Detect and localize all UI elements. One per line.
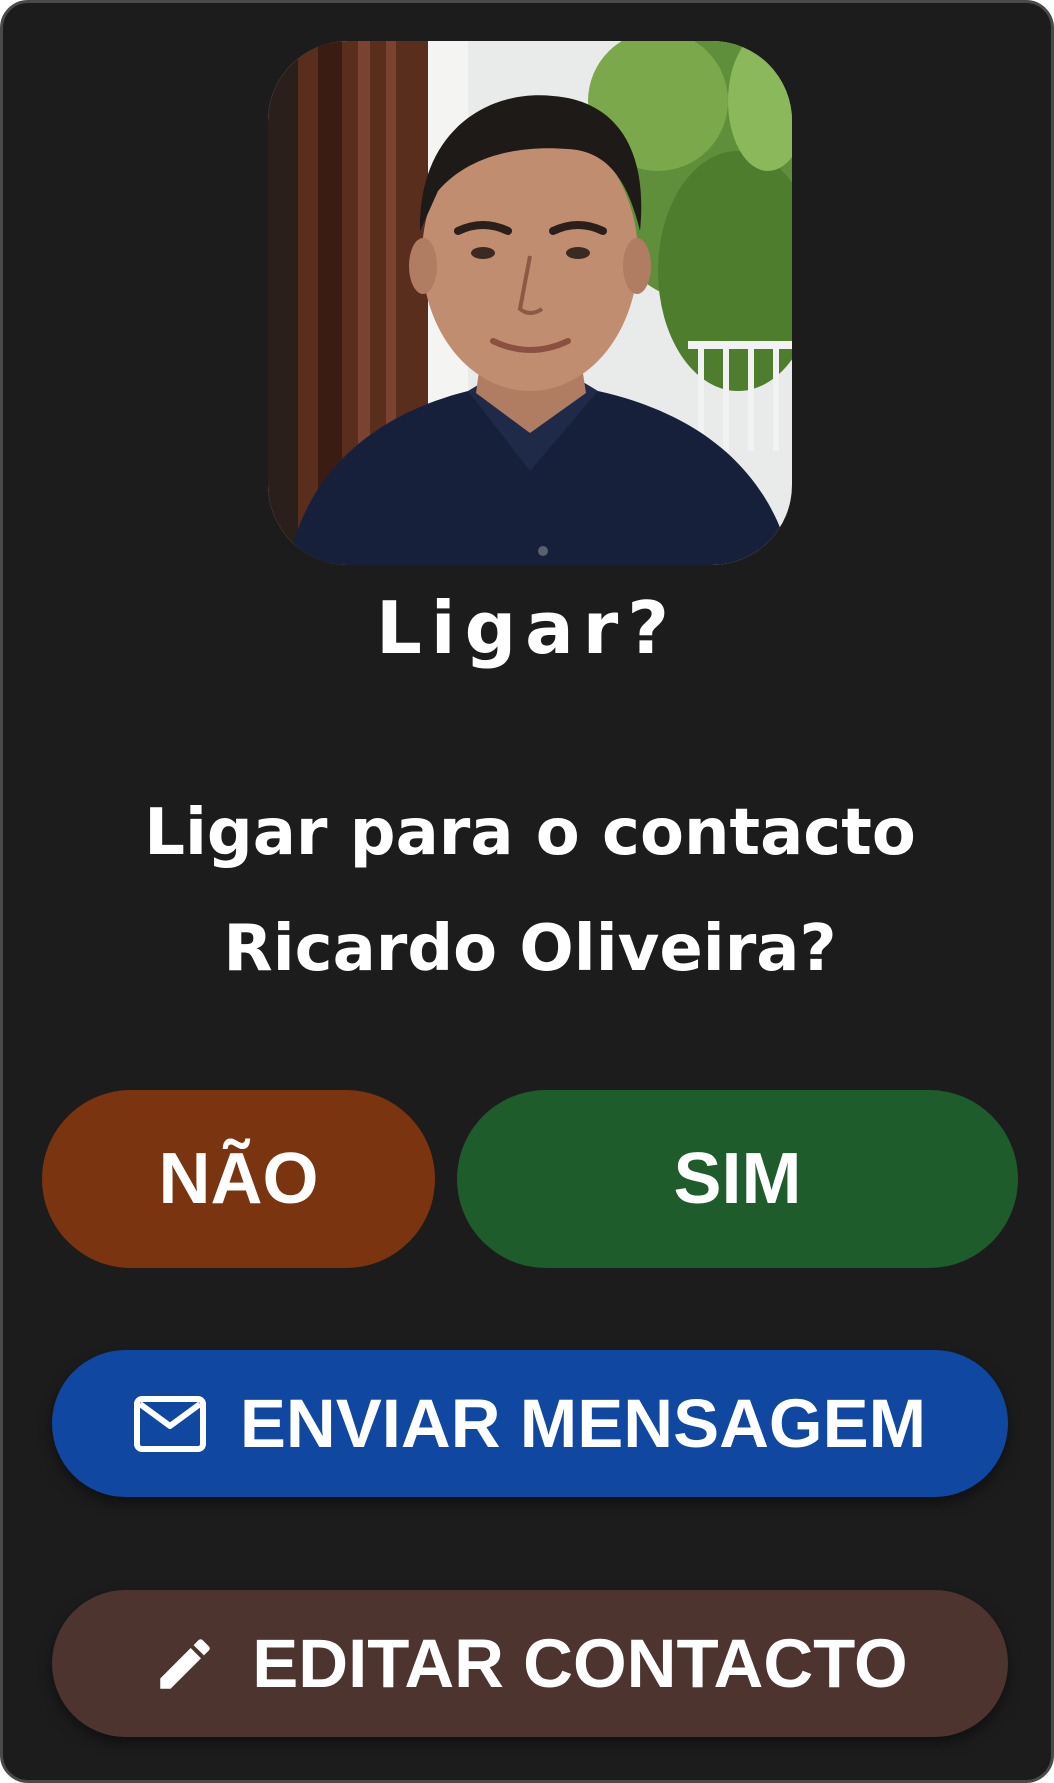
mail-icon <box>133 1395 206 1452</box>
call-confirmation-dialog: Ligar? Ligar para o contacto Ricardo Oli… <box>0 0 1054 1783</box>
yes-button[interactable]: SIM <box>457 1090 1018 1268</box>
dialog-title: Ligar? <box>376 586 678 670</box>
yes-button-label: SIM <box>673 1139 802 1219</box>
send-message-button-label: ENVIAR MENSAGEM <box>239 1385 927 1462</box>
dialog-message: Ligar para o contacto Ricardo Oliveira? <box>144 796 916 986</box>
send-message-button[interactable]: ENVIAR MENSAGEM <box>52 1350 1008 1497</box>
no-button[interactable]: NÃO <box>42 1090 435 1268</box>
edit-contact-button[interactable]: EDITAR CONTACTO <box>52 1590 1008 1737</box>
pencil-icon <box>152 1631 218 1697</box>
edit-contact-button-label: EDITAR CONTACTO <box>252 1625 908 1702</box>
no-button-label: NÃO <box>158 1139 319 1219</box>
contact-photo <box>268 41 792 565</box>
